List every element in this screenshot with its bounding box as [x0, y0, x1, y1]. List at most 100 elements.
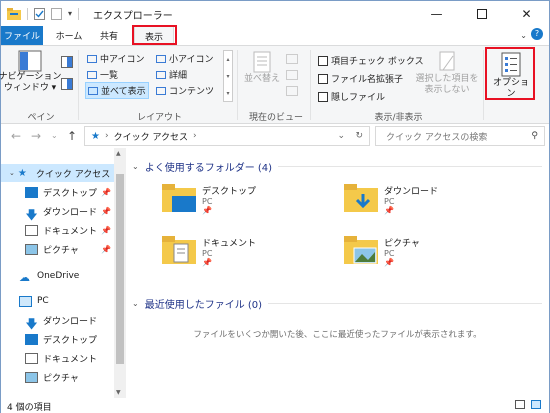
search-placeholder: クイック アクセスの検索	[386, 132, 488, 143]
hide-selected-button[interactable]: 選択した項目を 表示しない	[413, 50, 481, 96]
layout-list[interactable]: 一覧	[87, 68, 118, 81]
address-bar[interactable]: ★ › クイック アクセス › ⌄ ↻	[84, 126, 370, 146]
scroll-down-icon[interactable]: ▼	[116, 389, 121, 396]
layout-small-icons-label: 小アイコン	[169, 55, 214, 65]
nav-item-label: デスクトップ	[43, 335, 98, 346]
sort-by-label: 並べ替え	[243, 74, 280, 84]
nav-item-pc[interactable]: PC	[1, 292, 114, 310]
recent-files-header[interactable]: ⌄ 最近使用したファイル (0)	[132, 296, 542, 311]
nav-item-pc-downloads[interactable]: 🡇 ダウンロード	[1, 311, 114, 331]
minimize-button[interactable]: —	[414, 1, 459, 26]
item-checkboxes-toggle[interactable]: 項目チェック ボックス	[318, 54, 424, 67]
details-pane-icon[interactable]	[61, 78, 73, 93]
tiles-icon	[88, 86, 98, 95]
folder-tile-downloads[interactable]: ダウンロード PC 📌	[344, 184, 438, 215]
close-button[interactable]: ✕	[504, 1, 549, 26]
layout-list-label: 一覧	[100, 71, 119, 81]
scroll-up-icon[interactable]: ▲	[116, 150, 121, 157]
layout-small-icons[interactable]: 小アイコン	[156, 52, 214, 65]
details-icon	[156, 70, 166, 79]
group-separator	[78, 50, 79, 120]
document-icon	[25, 352, 38, 364]
tab-share[interactable]: 共有	[93, 26, 125, 45]
layout-scroll[interactable]: ▴ ▾ ▾	[223, 50, 233, 102]
preview-pane-icon[interactable]	[61, 56, 73, 71]
help-icon[interactable]: ?	[531, 28, 543, 40]
file-extensions-toggle[interactable]: ファイル名拡張子	[318, 72, 403, 85]
nav-item-pictures[interactable]: ピクチャ 📌	[1, 240, 114, 258]
nav-item-quick-access[interactable]: ⌄ ★ クイック アクセス	[1, 164, 114, 182]
close-icon: ✕	[521, 6, 532, 21]
small-icons-icon	[156, 54, 166, 63]
chevron-right-icon: ›	[193, 131, 197, 141]
layout-medium-icons[interactable]: 中アイコン	[87, 52, 145, 65]
large-icons-view-icon[interactable]	[531, 400, 541, 409]
frequent-folders-header[interactable]: ⌄ よく使用するフォルダー (4)	[132, 159, 542, 174]
toolbar-divider	[27, 7, 28, 20]
navigation-pane-button[interactable]: ナビゲーション ウィンドウ ▾	[0, 50, 61, 94]
folder-name: ダウンロード	[384, 187, 439, 197]
minimize-icon: —	[430, 6, 443, 21]
collapse-icon[interactable]: ⌄	[132, 162, 139, 171]
nav-item-label: ピクチャ	[43, 245, 79, 256]
hide-selected-label: 選択した項目を 表示しない	[415, 74, 479, 95]
layout-content[interactable]: コンテンツ	[156, 84, 214, 97]
nav-item-downloads[interactable]: 🡇 ダウンロード 📌	[1, 202, 114, 222]
nav-item-pc-desktop[interactable]: デスクトップ	[1, 330, 114, 348]
up-arrow-icon[interactable]: ↑	[67, 129, 77, 143]
nav-item-pc-documents[interactable]: ドキュメント	[1, 349, 114, 367]
sort-icon	[253, 51, 271, 73]
navigation-pane: ⌄ ★ クイック アクセス デスクトップ 📌 🡇 ダウンロード 📌 ドキュメント…	[1, 148, 126, 398]
layout-tiles-label: 並べて表示	[101, 87, 146, 97]
scroll-thumb[interactable]	[116, 174, 124, 364]
layout-details[interactable]: 詳細	[156, 68, 187, 81]
add-columns-icon[interactable]	[286, 70, 298, 80]
cloud-icon: ☁	[19, 270, 30, 284]
group-by-icon[interactable]	[286, 54, 298, 64]
checkbox	[318, 73, 328, 84]
folder-tile-desktop[interactable]: デスクトップ PC 📌	[162, 184, 256, 215]
tab-file[interactable]: ファイル	[1, 26, 43, 45]
nav-item-label: ドキュメント	[43, 226, 98, 237]
desktop-folder-icon	[162, 184, 196, 212]
search-box[interactable]: クイック アクセスの検索 ⚲	[375, 126, 545, 146]
back-arrow-icon[interactable]: ←	[11, 129, 21, 143]
nav-item-label: ダウンロード	[43, 207, 98, 218]
ribbon-view: ナビゲーション ウィンドウ ▾ ペイン 中アイコン 小アイコン 一覧 詳細 並べ…	[0, 45, 549, 124]
address-text: クイック アクセス	[113, 132, 188, 143]
ribbon-expand-icon[interactable]: ⌄	[520, 31, 527, 40]
nav-item-documents[interactable]: ドキュメント 📌	[1, 221, 114, 239]
folder-app-icon	[7, 7, 21, 20]
folder-tile-documents[interactable]: ドキュメント PC 📌	[162, 236, 256, 267]
pictures-folder-icon	[344, 236, 378, 264]
nav-item-label: ドキュメント	[43, 354, 98, 365]
refresh-icon[interactable]: ↻	[355, 131, 363, 141]
collapse-icon[interactable]: ⌄	[132, 299, 139, 308]
properties-icon[interactable]	[34, 7, 45, 20]
hidden-items-toggle[interactable]: 隠しファイル	[318, 90, 385, 103]
tab-home[interactable]: ホーム	[49, 26, 89, 45]
download-icon: 🡇	[25, 207, 38, 222]
folder-tile-pictures[interactable]: ピクチャ PC 📌	[344, 236, 420, 267]
forward-arrow-icon[interactable]: →	[31, 129, 41, 143]
address-dropdown-icon[interactable]: ⌄	[337, 131, 345, 141]
desktop-icon	[25, 333, 38, 345]
nav-item-pc-pictures[interactable]: ピクチャ	[1, 368, 114, 386]
layout-tiles[interactable]: 並べて表示	[85, 82, 149, 99]
nav-item-onedrive[interactable]: ☁ OneDrive	[1, 267, 114, 285]
folder-name: ピクチャ	[384, 239, 420, 249]
navigation-scrollbar[interactable]: ▲ ▼	[114, 148, 126, 398]
size-columns-icon[interactable]	[286, 86, 298, 96]
content-icon	[156, 86, 166, 95]
sort-by-button[interactable]: 並べ替え	[242, 50, 282, 85]
recent-dropdown-icon[interactable]: ⌄	[51, 131, 58, 140]
new-folder-icon[interactable]	[51, 7, 62, 20]
folder-location: PC	[384, 249, 395, 258]
details-view-icon[interactable]	[515, 400, 525, 409]
maximize-icon	[476, 8, 487, 19]
expand-arrow-icon[interactable]: ⌄	[9, 169, 15, 177]
maximize-button[interactable]	[459, 1, 504, 26]
nav-item-desktop[interactable]: デスクトップ 📌	[1, 183, 114, 201]
customize-qa-icon[interactable]: ▾	[68, 9, 72, 18]
pane-group-label: ペイン	[27, 113, 55, 123]
